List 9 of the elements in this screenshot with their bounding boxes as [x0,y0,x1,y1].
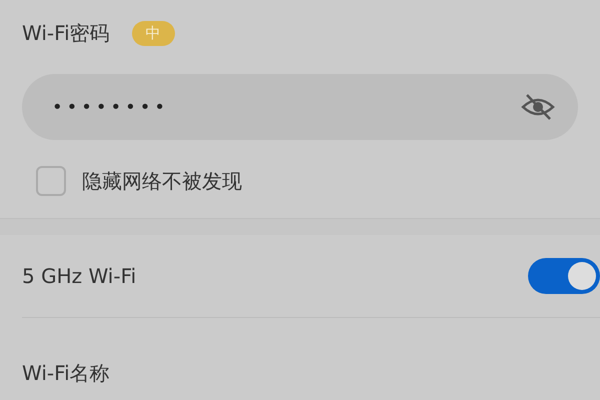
password-label: Wi-Fi密码 [22,20,110,46]
password-field[interactable]: •••••••• [22,74,578,140]
toggle-switch[interactable] [528,258,600,294]
strength-badge: 中 [132,20,175,46]
wifi-name-label: Wi-Fi名称 [22,360,110,386]
hide-network-label: 隐藏网络不被发现 [82,168,242,194]
eye-slash-icon[interactable] [520,93,556,121]
band-5ghz-label: 5 GHz Wi-Fi [22,264,136,288]
checkbox[interactable] [36,166,66,196]
